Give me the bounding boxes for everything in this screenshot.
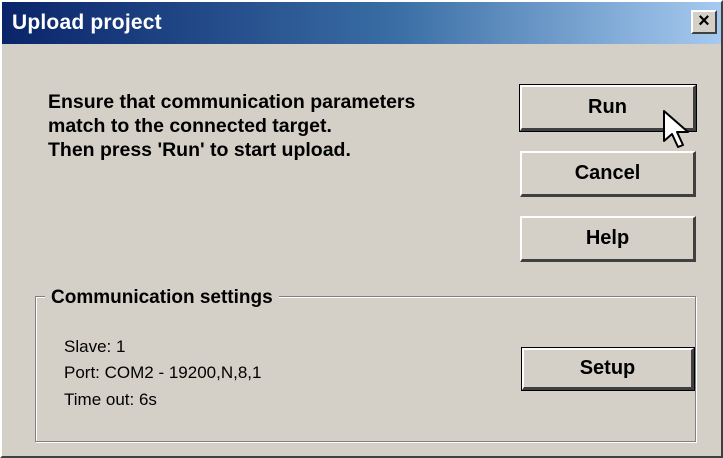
upload-project-dialog: Upload project × Ensure that communicati… [0, 0, 723, 458]
instruction-text: Ensure that communication parameters mat… [48, 90, 415, 162]
cancel-button[interactable]: Cancel [520, 151, 696, 197]
slave-setting: Slave: 1 [64, 337, 126, 356]
timeout-setting: Time out: 6s [64, 390, 157, 409]
window-title: Upload project [12, 11, 162, 34]
instruction-line: Then press 'Run' to start upload. [48, 139, 351, 161]
mouse-cursor-icon [663, 110, 689, 148]
help-button-label: Help [585, 227, 630, 249]
title-bar: Upload project × [2, 2, 721, 44]
setup-button[interactable]: Setup [521, 347, 695, 391]
instruction-line: match to the connected target. [48, 115, 332, 137]
port-setting: Port: COM2 - 19200,N,8,1 [64, 363, 262, 382]
instruction-line: Ensure that communication parameters [48, 91, 416, 113]
communication-settings-title: Communication settings [45, 287, 279, 309]
help-button[interactable]: Help [520, 216, 696, 262]
run-button-label: Run [588, 96, 627, 118]
close-icon: × [698, 10, 710, 32]
close-button[interactable]: × [691, 10, 717, 34]
cancel-button-label: Cancel [574, 162, 641, 184]
setup-button-label: Setup [579, 357, 636, 379]
